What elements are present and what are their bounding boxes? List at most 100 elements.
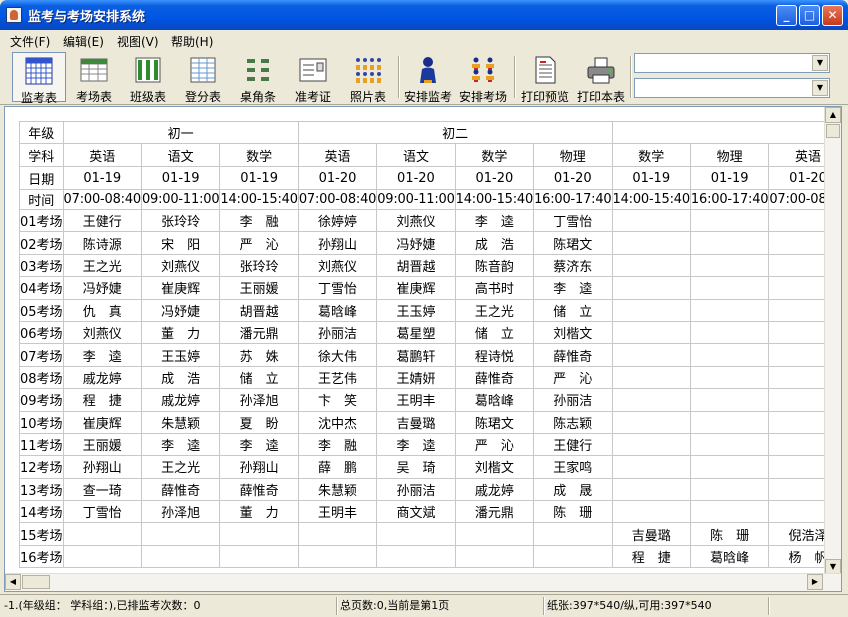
room-label[interactable]: 03考场 (19, 253, 64, 278)
invigilator-cell[interactable]: 孙丽洁 (533, 388, 613, 412)
invigilator-cell[interactable] (533, 522, 613, 546)
invigilator-cell[interactable] (768, 253, 829, 278)
time-cell[interactable]: 09:00-11:00 (140, 189, 221, 210)
grade-header[interactable]: 初一 (62, 121, 299, 144)
grade-header[interactable]: 初三 (611, 121, 829, 144)
invigilator-cell[interactable]: 王之光 (140, 455, 221, 479)
room-label[interactable]: 02考场 (19, 231, 64, 255)
invigilator-cell[interactable] (689, 253, 770, 278)
invigilator-cell[interactable] (768, 298, 829, 322)
invigilator-cell[interactable]: 王之光 (62, 253, 142, 278)
date-cell[interactable]: 01-19 (611, 166, 691, 190)
invigilator-cell[interactable]: 徐婷婷 (297, 208, 378, 233)
invigilator-cell[interactable]: 陈珺文 (454, 410, 535, 434)
invigilator-cell[interactable]: 胡晋越 (376, 253, 456, 278)
invigilator-cell[interactable] (140, 522, 221, 546)
room-label[interactable]: 10考场 (19, 410, 64, 434)
invigilator-cell[interactable]: 成 浩 (140, 365, 221, 390)
invigilator-cell[interactable] (611, 365, 691, 390)
scroll-thumb[interactable] (22, 575, 50, 589)
room-label[interactable]: 11考场 (19, 432, 64, 457)
invigilator-cell[interactable]: 储 立 (219, 365, 299, 390)
grade-group-select[interactable]: ▼ (634, 53, 830, 73)
invigilator-cell[interactable]: 刘楷文 (454, 455, 535, 479)
date-cell[interactable]: 01-20 (768, 166, 829, 190)
maximize-button[interactable]: □ (799, 5, 820, 26)
invigilator-cell[interactable]: 冯妤婕 (376, 231, 456, 255)
room-label[interactable]: 06考场 (19, 320, 64, 345)
invigilator-cell[interactable]: 卞 笑 (297, 388, 378, 412)
date-cell[interactable]: 01-20 (376, 166, 456, 190)
invigilator-cell[interactable]: 陈音韵 (454, 253, 535, 278)
invigilator-cell[interactable] (689, 432, 770, 457)
invigilator-cell[interactable] (376, 544, 456, 569)
menu-help[interactable]: 帮助(H) (171, 33, 213, 50)
tool-invigilation-table[interactable]: 监考表 (12, 52, 66, 105)
invigilator-cell[interactable] (454, 544, 535, 569)
vertical-scrollbar[interactable]: ▲ ▼ (824, 107, 841, 575)
tool-print-table[interactable]: 打印本表 (574, 52, 628, 104)
invigilation-sheet[interactable]: 年级初一初二初三学科英语语文数学英语语文数学物理数学物理英语语文化学政治日期01… (4, 106, 842, 592)
invigilator-cell[interactable]: 王之光 (454, 298, 535, 322)
invigilator-cell[interactable]: 王健行 (62, 208, 142, 233)
invigilator-cell[interactable]: 朱慧颖 (140, 410, 221, 434)
invigilator-cell[interactable]: 薛惟奇 (140, 477, 221, 502)
invigilator-cell[interactable]: 仇 真 (62, 298, 142, 322)
room-label[interactable]: 04考场 (19, 276, 64, 300)
date-cell[interactable]: 01-19 (219, 166, 299, 190)
invigilator-cell[interactable] (689, 276, 770, 300)
tool-score-sheet[interactable]: 登分表 (179, 52, 227, 104)
invigilator-cell[interactable]: 程 捷 (62, 388, 142, 412)
invigilator-cell[interactable]: 孙泽旭 (140, 500, 221, 524)
invigilator-cell[interactable]: 丁雪怡 (533, 208, 613, 233)
invigilator-cell[interactable]: 李 融 (219, 208, 299, 233)
invigilator-cell[interactable]: 冯妤婕 (62, 276, 142, 300)
invigilator-cell[interactable] (768, 208, 829, 233)
invigilator-cell[interactable]: 王艺伟 (297, 365, 378, 390)
invigilator-cell[interactable] (689, 320, 770, 345)
invigilator-cell[interactable]: 高书时 (454, 276, 535, 300)
time-cell[interactable]: 09:00-11:00 (376, 189, 456, 210)
invigilator-cell[interactable]: 张玲玲 (140, 208, 221, 233)
invigilator-cell[interactable] (611, 432, 691, 457)
invigilator-cell[interactable] (768, 320, 829, 345)
invigilator-cell[interactable]: 葛鹏轩 (376, 343, 456, 367)
invigilator-cell[interactable] (297, 544, 378, 569)
invigilator-cell[interactable]: 孙丽洁 (376, 477, 456, 502)
invigilator-cell[interactable]: 吉曼璐 (376, 410, 456, 434)
invigilator-cell[interactable] (689, 477, 770, 502)
title-bar[interactable]: 监考与考场安排系统 _ □ ✕ (0, 0, 848, 30)
invigilator-cell[interactable]: 李 逵 (376, 432, 456, 457)
scroll-right-icon[interactable]: ▶ (807, 574, 823, 590)
chevron-down-icon[interactable]: ▼ (812, 80, 828, 96)
invigilator-cell[interactable] (768, 477, 829, 502)
invigilator-cell[interactable]: 陈珺文 (533, 231, 613, 255)
invigilator-cell[interactable]: 商文斌 (376, 500, 456, 524)
invigilator-cell[interactable]: 王丽媛 (62, 432, 142, 457)
invigilator-cell[interactable] (689, 500, 770, 524)
subject-header[interactable]: 物理 (533, 143, 613, 167)
invigilator-cell[interactable]: 葛晗峰 (454, 388, 535, 412)
invigilator-cell[interactable]: 葛晗峰 (297, 298, 378, 322)
invigilator-cell[interactable] (611, 388, 691, 412)
invigilator-cell[interactable] (611, 410, 691, 434)
invigilator-cell[interactable]: 王婧妍 (376, 365, 456, 390)
invigilator-cell[interactable] (768, 410, 829, 434)
invigilator-cell[interactable]: 蔡济东 (533, 253, 613, 278)
invigilator-cell[interactable] (768, 365, 829, 390)
invigilator-cell[interactable]: 王明丰 (297, 500, 378, 524)
chevron-down-icon[interactable]: ▼ (812, 55, 828, 71)
invigilator-cell[interactable] (611, 455, 691, 479)
subject-header[interactable]: 数学 (611, 143, 691, 167)
tool-room-table[interactable]: 考场表 (69, 52, 119, 104)
invigilator-cell[interactable] (611, 253, 691, 278)
invigilator-cell[interactable] (297, 522, 378, 546)
menu-view[interactable]: 视图(V) (117, 33, 159, 50)
invigilator-cell[interactable] (768, 343, 829, 367)
invigilator-cell[interactable]: 孙翔山 (297, 231, 378, 255)
invigilator-cell[interactable] (611, 320, 691, 345)
invigilator-cell[interactable]: 李 逵 (533, 276, 613, 300)
invigilator-cell[interactable]: 陈诗源 (62, 231, 142, 255)
invigilator-cell[interactable] (611, 276, 691, 300)
invigilator-cell[interactable]: 刘燕仪 (140, 253, 221, 278)
